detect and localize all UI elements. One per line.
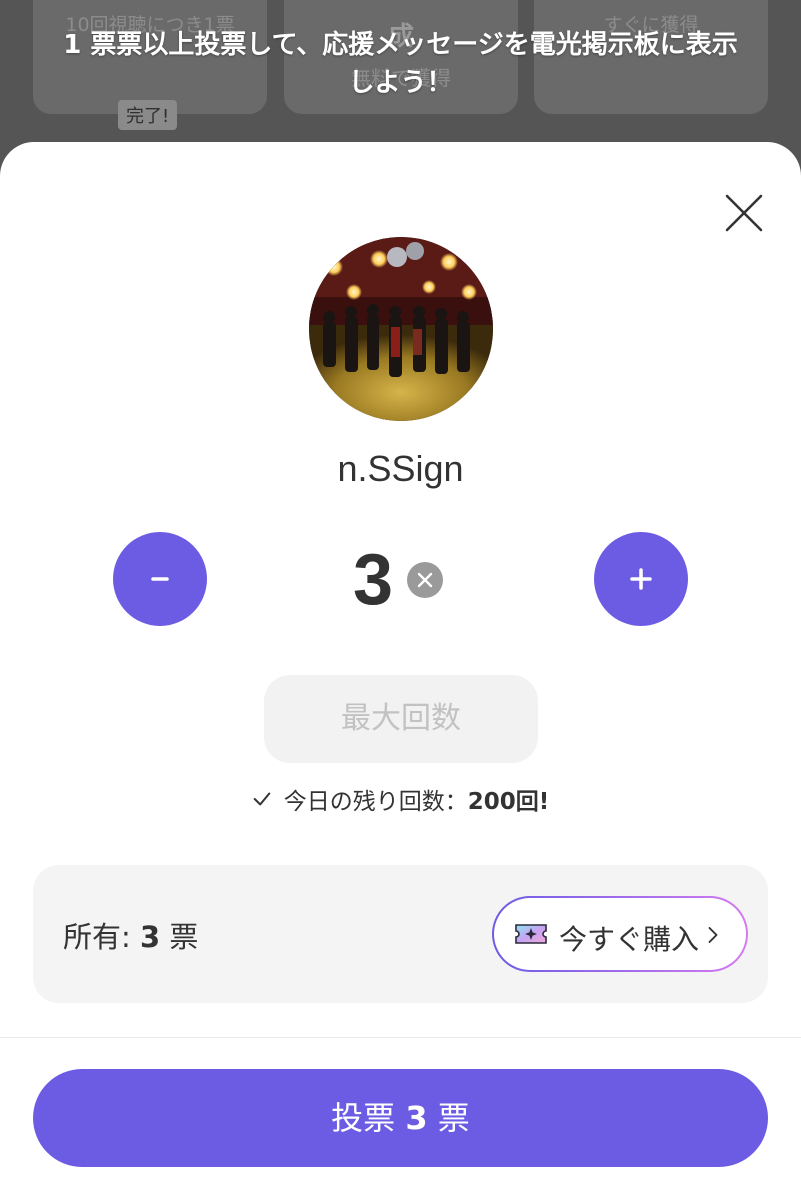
plus-icon	[630, 568, 652, 590]
vote-count-value[interactable]: 3	[343, 532, 403, 628]
max-count-button[interactable]: 最大回数	[264, 675, 538, 763]
owned-votes-label: 所有: 3 票	[63, 914, 198, 956]
clear-icon[interactable]	[407, 562, 443, 598]
check-icon	[253, 792, 271, 806]
owned-count: 3	[140, 920, 161, 954]
vote-submit-button[interactable]: 投票 3 票	[33, 1069, 768, 1167]
artist-photo	[309, 237, 493, 421]
buy-now-button[interactable]: 今すぐ購入	[492, 896, 748, 972]
toast-line: 1 票票以上投票して、応援メッセージを電光掲示板に表示	[63, 30, 738, 60]
minus-icon	[151, 577, 169, 581]
divider	[0, 1037, 801, 1038]
owned-unit: 票	[169, 920, 199, 954]
owned-label-text: 所有:	[63, 920, 131, 954]
toast-message: 1 票票以上投票して、応援メッセージを電光掲示板に表示 しよう！	[20, 26, 781, 102]
vote-button-count: 3	[405, 1099, 428, 1137]
chevron-right-icon	[708, 927, 718, 943]
background-complete-badge: 完了!	[118, 100, 178, 130]
remaining-votes-info: 今日の残り回数：200回!	[0, 782, 801, 816]
close-icon[interactable]	[723, 192, 765, 234]
buy-now-label: 今すぐ購入	[559, 923, 700, 956]
ticket-icon	[515, 924, 547, 944]
artist-avatar	[309, 237, 493, 421]
vote-button-prefix: 投票	[331, 1099, 396, 1137]
artist-name: n.SSign	[337, 448, 464, 489]
owned-votes-panel: 所有: 3 票 今すぐ購入	[33, 865, 768, 1003]
increment-button[interactable]	[594, 532, 688, 626]
remaining-count: 200回!	[467, 789, 550, 815]
vote-button-unit: 票	[437, 1099, 470, 1137]
remaining-label: 今日の残り回数：	[283, 789, 468, 815]
vote-bottom-sheet: n.SSign 3 最大回数 今日の残り回数：200回! 所有: 3 票 今すぐ…	[0, 142, 801, 1200]
decrement-button[interactable]	[113, 532, 207, 626]
toast-line: しよう！	[348, 68, 453, 98]
